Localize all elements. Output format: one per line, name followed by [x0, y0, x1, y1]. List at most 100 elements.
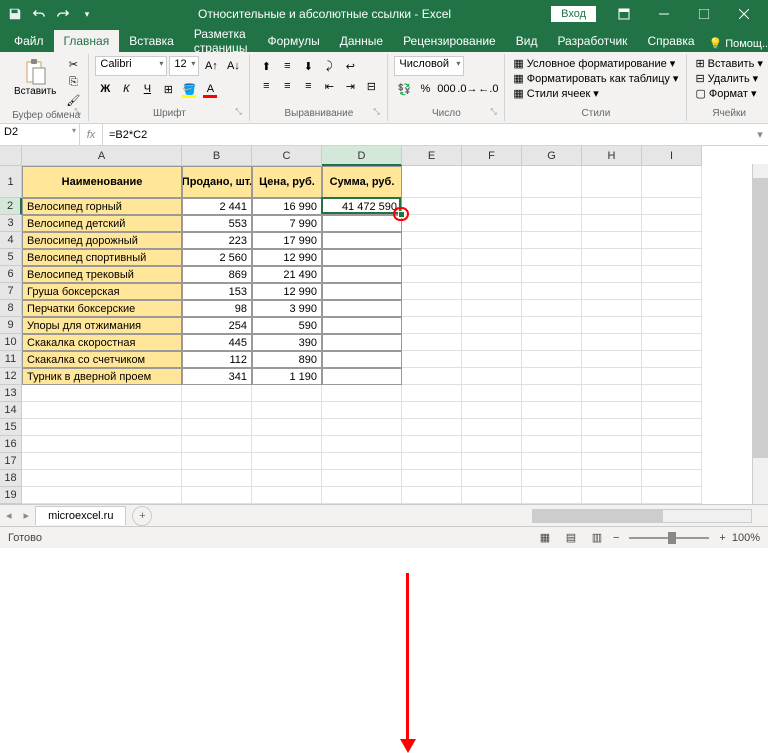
cell[interactable]: [252, 385, 322, 402]
cell[interactable]: [522, 436, 582, 453]
ribbon-options-icon[interactable]: [604, 0, 644, 28]
format-painter-icon[interactable]: 🖌: [64, 92, 82, 108]
tab-developer[interactable]: Разработчик: [547, 30, 637, 52]
spreadsheet-grid[interactable]: ABCDEFGHI 123456789101112131415161718192…: [0, 146, 768, 521]
zoom-level[interactable]: 100%: [732, 532, 760, 544]
add-sheet-button[interactable]: +: [132, 506, 152, 526]
cell[interactable]: [252, 419, 322, 436]
cell[interactable]: [642, 317, 702, 334]
merge-icon[interactable]: ⊟: [361, 76, 381, 96]
col-header-G[interactable]: G: [522, 146, 582, 166]
cell[interactable]: 890: [252, 351, 322, 368]
cell[interactable]: [22, 385, 182, 402]
cell[interactable]: [22, 402, 182, 419]
cell[interactable]: [252, 487, 322, 504]
cell[interactable]: [642, 487, 702, 504]
row-header[interactable]: 15: [0, 419, 22, 436]
cell[interactable]: [582, 453, 642, 470]
cell[interactable]: [582, 232, 642, 249]
row-header[interactable]: 3: [0, 215, 22, 232]
cell[interactable]: [322, 419, 402, 436]
cell[interactable]: [462, 232, 522, 249]
clipboard-launcher-icon[interactable]: ⤡: [74, 107, 86, 119]
maximize-icon[interactable]: [684, 0, 724, 28]
cell[interactable]: [522, 334, 582, 351]
row-header[interactable]: 1: [0, 166, 22, 198]
cell[interactable]: 21 490: [252, 266, 322, 283]
cell[interactable]: [182, 487, 252, 504]
cell[interactable]: [252, 470, 322, 487]
align-right-icon[interactable]: ≡: [298, 76, 318, 96]
cell[interactable]: [462, 266, 522, 283]
cell[interactable]: [402, 402, 462, 419]
wrap-text-icon[interactable]: ↩: [340, 56, 360, 76]
cell[interactable]: [322, 215, 402, 232]
tab-data[interactable]: Данные: [330, 30, 393, 52]
cell[interactable]: 869: [182, 266, 252, 283]
col-header-C[interactable]: C: [252, 146, 322, 166]
cell[interactable]: [322, 283, 402, 300]
cell[interactable]: Велосипед горный: [22, 198, 182, 215]
font-launcher-icon[interactable]: ⤡: [235, 107, 247, 119]
cell[interactable]: [582, 166, 642, 198]
row-header[interactable]: 17: [0, 453, 22, 470]
cell[interactable]: [182, 453, 252, 470]
page-layout-view-icon[interactable]: ▤: [561, 529, 581, 547]
indent-dec-icon[interactable]: ⇤: [319, 76, 339, 96]
cell[interactable]: [582, 436, 642, 453]
cell[interactable]: [582, 334, 642, 351]
cell[interactable]: [402, 198, 462, 215]
cell[interactable]: [522, 283, 582, 300]
normal-view-icon[interactable]: ▦: [535, 529, 555, 547]
cell[interactable]: [462, 436, 522, 453]
cell[interactable]: [462, 166, 522, 198]
cell[interactable]: [402, 436, 462, 453]
cell[interactable]: [642, 436, 702, 453]
cell[interactable]: [642, 419, 702, 436]
col-header-F[interactable]: F: [462, 146, 522, 166]
cell[interactable]: [462, 453, 522, 470]
cell[interactable]: [322, 368, 402, 385]
cell[interactable]: [462, 249, 522, 266]
cell[interactable]: [462, 470, 522, 487]
login-button[interactable]: Вход: [551, 6, 596, 22]
tab-help[interactable]: Справка: [637, 30, 704, 52]
cell[interactable]: 1 190: [252, 368, 322, 385]
inc-decimal-icon[interactable]: .0→: [457, 79, 477, 99]
row-header[interactable]: 19: [0, 487, 22, 504]
cell[interactable]: [642, 385, 702, 402]
cell[interactable]: [522, 351, 582, 368]
cell[interactable]: [402, 232, 462, 249]
row-header[interactable]: 11: [0, 351, 22, 368]
undo-icon[interactable]: [28, 3, 50, 25]
cell[interactable]: [402, 283, 462, 300]
cell[interactable]: 112: [182, 351, 252, 368]
bold-button[interactable]: Ж: [95, 79, 115, 99]
cell[interactable]: [322, 402, 402, 419]
number-format-combo[interactable]: Числовой: [394, 56, 464, 76]
increase-font-icon[interactable]: A↑: [201, 56, 221, 76]
cell[interactable]: [642, 266, 702, 283]
cell[interactable]: Груша боксерская: [22, 283, 182, 300]
cell[interactable]: 12 990: [252, 249, 322, 266]
zoom-out-icon[interactable]: −: [613, 532, 619, 544]
cell[interactable]: [582, 300, 642, 317]
cell[interactable]: [22, 436, 182, 453]
sheet-nav-prev-icon[interactable]: ◂: [0, 509, 18, 522]
cell[interactable]: [642, 300, 702, 317]
row-header[interactable]: 12: [0, 368, 22, 385]
dec-decimal-icon[interactable]: ←.0: [478, 79, 498, 99]
tab-file[interactable]: Файл: [4, 30, 54, 52]
cell[interactable]: [462, 368, 522, 385]
cell[interactable]: [402, 334, 462, 351]
cell[interactable]: [402, 385, 462, 402]
horizontal-scrollbar[interactable]: [532, 509, 752, 523]
cell[interactable]: [522, 453, 582, 470]
cell[interactable]: [582, 351, 642, 368]
underline-button[interactable]: Ч: [137, 79, 157, 99]
cell[interactable]: [22, 487, 182, 504]
cell[interactable]: [582, 198, 642, 215]
align-bottom-icon[interactable]: ⬇: [298, 56, 318, 76]
cell[interactable]: [522, 470, 582, 487]
zoom-slider[interactable]: [629, 537, 709, 539]
